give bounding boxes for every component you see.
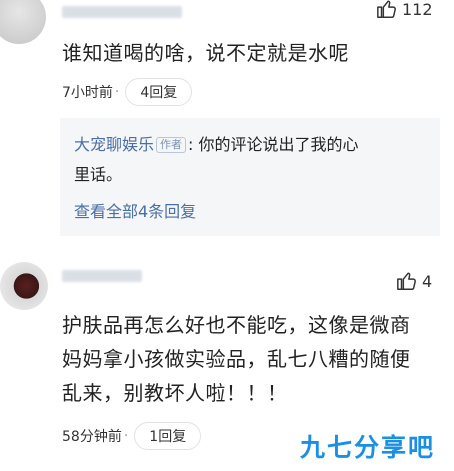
reply-box: 大宠聊娱乐 作者: 你的评论说出了我的心 里话。 查看全部4条回复 — [60, 118, 440, 236]
thumbs-up-icon — [397, 272, 416, 290]
comment-time: 58分钟前 — [62, 429, 122, 445]
like-count: 4 — [422, 271, 433, 291]
thumbs-up-icon — [377, 0, 396, 18]
avatar[interactable] — [0, 262, 48, 310]
replies-button[interactable]: 1回复 — [134, 422, 202, 450]
comment-time: 7小时前 — [62, 85, 113, 101]
username-blurred[interactable] — [62, 270, 142, 282]
watermark-text: 九七分享吧 — [300, 433, 436, 462]
comment-line: 妈妈拿小孩做实验品，乱七八糟的随便 — [62, 347, 411, 371]
like-count: 112 — [402, 0, 433, 19]
avatar[interactable] — [0, 0, 46, 44]
like-button[interactable]: 112 — [376, 0, 433, 20]
author-tag: 作者 — [156, 137, 187, 153]
like-button[interactable]: 4 — [396, 270, 432, 292]
reply-author[interactable]: 大宠聊娱乐 — [74, 135, 154, 154]
comment-line: 乱来，别教坏人啦！！！ — [62, 381, 288, 405]
comment-meta: 58分钟前 · 1回复 — [62, 422, 202, 450]
comment-line: 护肤品再怎么好也不能吃，这像是微商 — [62, 313, 411, 337]
reply-text: 大宠聊娱乐 作者: 你的评论说出了我的心 里话。 — [74, 130, 434, 190]
reply-content-line2: 里话。 — [74, 165, 123, 184]
replies-button[interactable]: 4回复 — [125, 78, 193, 106]
username-blurred[interactable] — [62, 6, 182, 18]
view-all-replies-link[interactable]: 查看全部4条回复 — [74, 198, 196, 222]
reply-content-line1: : 你的评论说出了我的心 — [188, 135, 359, 154]
comment-text: 护肤品再怎么好也不能吃，这像是微商 妈妈拿小孩做实验品，乱七八糟的随便 乱来，别… — [62, 308, 454, 410]
comment-meta: 7小时前 · 4回复 — [62, 78, 193, 106]
separator-dot: · — [114, 84, 120, 100]
separator-dot: · — [123, 428, 129, 444]
comment-text: 谁知道喝的啥，说不定就是水呢 — [62, 41, 349, 65]
